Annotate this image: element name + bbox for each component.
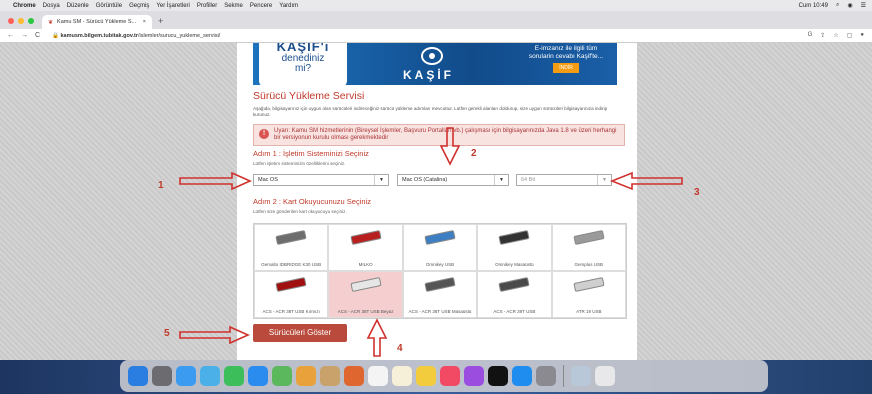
annotation-arrow-5	[179, 325, 250, 345]
annotation-layer	[179, 127, 683, 357]
annotation-number-5: 5	[164, 328, 170, 339]
annotation-arrow-4	[366, 318, 388, 357]
annotation-number-2: 2	[471, 148, 477, 159]
annotation-number-1: 1	[158, 180, 164, 191]
annotation-arrow-2	[439, 127, 461, 166]
annotation-number-4: 4	[397, 343, 403, 354]
annotation-number-3: 3	[694, 187, 700, 198]
annotation-arrow-3	[609, 171, 683, 191]
annotation-arrow-1	[179, 171, 252, 191]
